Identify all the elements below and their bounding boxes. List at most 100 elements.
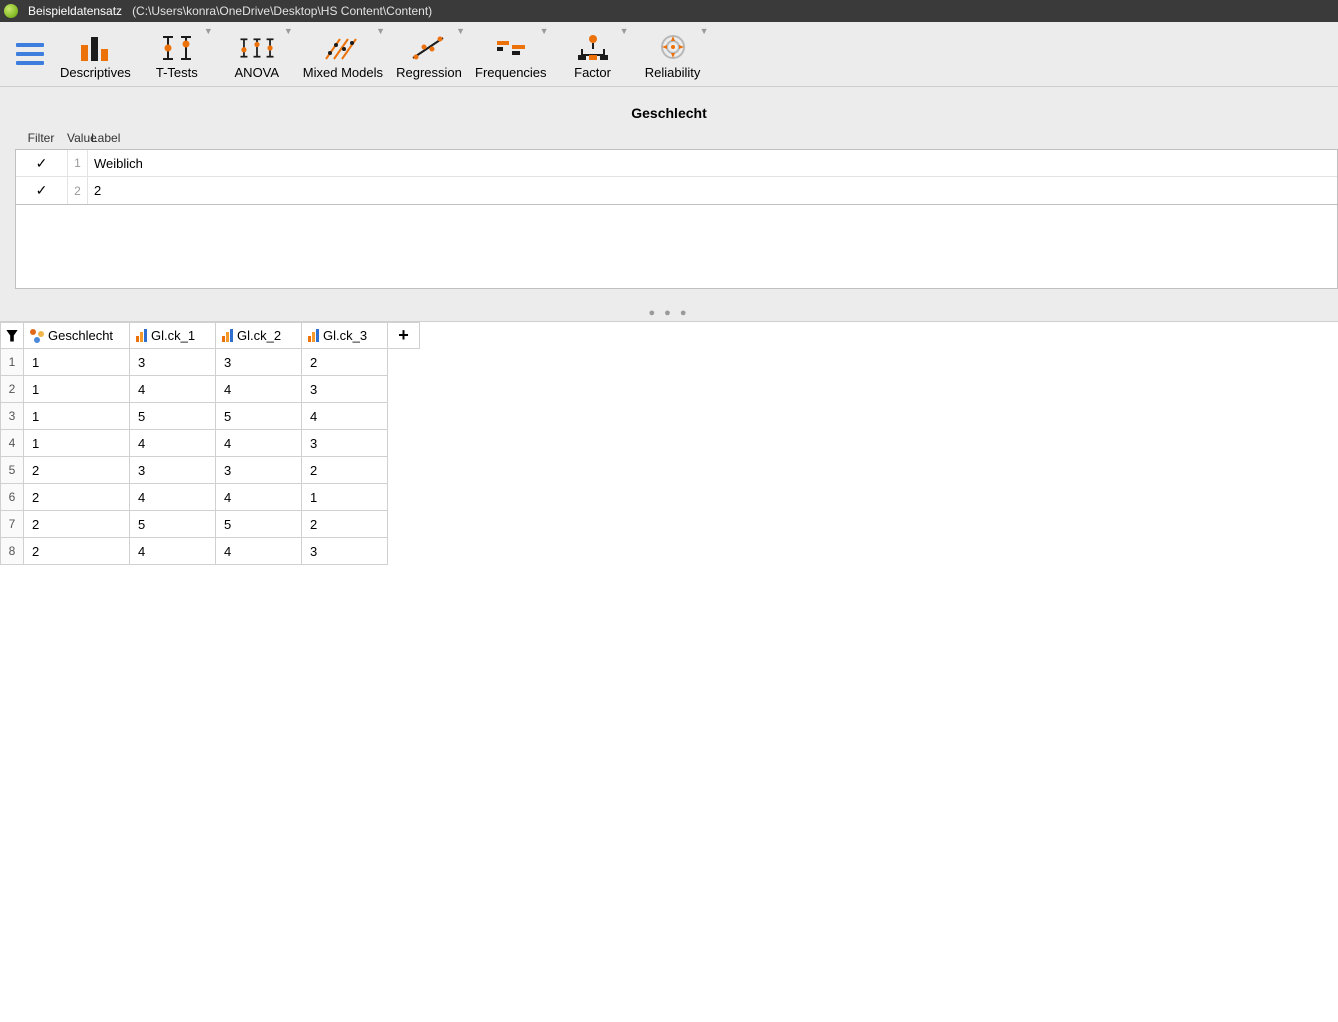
reliability-icon: [653, 31, 693, 61]
toolbar-label: T-Tests: [156, 65, 198, 80]
column-header-label: Geschlecht: [48, 328, 113, 343]
data-cell[interactable]: 3: [216, 349, 302, 376]
variable-editor-title: Geschlecht: [0, 105, 1338, 121]
dropdown-arrow-icon: ▼: [540, 26, 549, 36]
data-cell[interactable]: 1: [302, 484, 388, 511]
data-row[interactable]: 72552: [0, 511, 1338, 538]
value-labels-row[interactable]: ✓ 2 2: [16, 177, 1337, 204]
ttests-icon: [157, 31, 197, 61]
filter-column-header[interactable]: [0, 322, 24, 349]
toolbar-label: Mixed Models: [303, 65, 383, 80]
title-filename: Beispieldatensatz: [28, 4, 122, 18]
data-cell[interactable]: 1: [24, 403, 130, 430]
data-row[interactable]: 82443: [0, 538, 1338, 565]
toolbar-regression[interactable]: ▼ Regression: [389, 22, 469, 86]
scale-type-icon: [136, 329, 147, 342]
data-cell[interactable]: 4: [302, 403, 388, 430]
data-cell[interactable]: 4: [130, 430, 216, 457]
data-row[interactable]: 62441: [0, 484, 1338, 511]
data-cell[interactable]: 4: [216, 376, 302, 403]
data-cell[interactable]: 4: [130, 538, 216, 565]
data-cell[interactable]: 5: [130, 511, 216, 538]
funnel-icon: [6, 330, 18, 342]
frequencies-icon: [491, 31, 531, 61]
column-header-glck2[interactable]: Gl.ck_2: [216, 322, 302, 349]
data-cell[interactable]: 3: [302, 376, 388, 403]
header-filter: Filter: [15, 131, 67, 145]
data-cell[interactable]: 3: [130, 349, 216, 376]
main-toolbar: Descriptives ▼ T-Tests ▼ ANOVA ▼ Mixed M…: [0, 22, 1338, 87]
factor-icon: [573, 31, 613, 61]
toolbar-factor[interactable]: ▼ Factor: [553, 22, 633, 86]
data-cell[interactable]: 5: [216, 403, 302, 430]
data-cell[interactable]: 2: [24, 511, 130, 538]
column-header-label: Gl.ck_2: [237, 328, 281, 343]
data-cell[interactable]: 5: [130, 403, 216, 430]
anova-icon: [237, 31, 277, 61]
data-cell[interactable]: 5: [216, 511, 302, 538]
data-cell[interactable]: 1: [24, 430, 130, 457]
label-cell[interactable]: Weiblich: [88, 150, 1337, 176]
toolbar-label: Regression: [396, 65, 462, 80]
toolbar-ttests[interactable]: ▼ T-Tests: [137, 22, 217, 86]
data-cell[interactable]: 2: [302, 457, 388, 484]
jasp-app-icon: [4, 4, 18, 18]
data-cell[interactable]: 3: [302, 430, 388, 457]
column-header-glck1[interactable]: Gl.ck_1: [130, 322, 216, 349]
title-filepath: (C:\Users\konra\OneDrive\Desktop\HS Cont…: [132, 4, 432, 18]
header-value: Value: [67, 131, 87, 145]
data-cell[interactable]: 3: [216, 457, 302, 484]
data-grid: Geschlecht Gl.ck_1 Gl.ck_2 Gl.ck_3 + 113…: [0, 322, 1338, 565]
row-index: 1: [0, 349, 24, 376]
toolbar-label: Reliability: [645, 65, 701, 80]
toolbar-mixed-models[interactable]: ▼ Mixed Models: [297, 22, 389, 86]
data-cell[interactable]: 4: [130, 484, 216, 511]
scale-type-icon: [222, 329, 233, 342]
filter-toggle[interactable]: ✓: [16, 177, 68, 204]
dropdown-arrow-icon: ▼: [204, 26, 213, 36]
data-cell[interactable]: 4: [216, 538, 302, 565]
data-cell[interactable]: 2: [24, 484, 130, 511]
column-header-label: Gl.ck_1: [151, 328, 195, 343]
data-row[interactable]: 41443: [0, 430, 1338, 457]
data-cell[interactable]: 4: [130, 376, 216, 403]
data-cell[interactable]: 4: [216, 484, 302, 511]
data-cell[interactable]: 1: [24, 376, 130, 403]
titlebar: Beispieldatensatz (C:\Users\konra\OneDri…: [0, 0, 1338, 22]
nominal-type-icon: [30, 329, 44, 343]
data-row[interactable]: 21443: [0, 376, 1338, 403]
label-cell[interactable]: 2: [88, 177, 1337, 204]
toolbar-label: ANOVA: [235, 65, 280, 80]
toolbar-label: Frequencies: [475, 65, 547, 80]
data-cell[interactable]: 2: [302, 349, 388, 376]
data-row[interactable]: 11332: [0, 349, 1338, 376]
value-labels-table: ✓ 1 Weiblich ✓ 2 2: [15, 149, 1338, 205]
add-column-button[interactable]: +: [388, 322, 420, 349]
toolbar-frequencies[interactable]: ▼ Frequencies: [469, 22, 553, 86]
toolbar-descriptives[interactable]: Descriptives: [54, 22, 137, 86]
data-cell[interactable]: 4: [216, 430, 302, 457]
hamburger-menu-button[interactable]: [6, 22, 54, 86]
value-labels-row[interactable]: ✓ 1 Weiblich: [16, 150, 1337, 177]
data-cell[interactable]: 2: [24, 538, 130, 565]
data-cell[interactable]: 2: [24, 457, 130, 484]
data-cell[interactable]: 3: [130, 457, 216, 484]
row-index: 8: [0, 538, 24, 565]
panel-resize-handle[interactable]: ● ● ●: [648, 307, 689, 319]
data-row[interactable]: 31554: [0, 403, 1338, 430]
scale-type-icon: [308, 329, 319, 342]
variable-editor-panel: Geschlecht Filter Value Label ✓ 1 Weibli…: [0, 87, 1338, 322]
column-header-glck3[interactable]: Gl.ck_3: [302, 322, 388, 349]
data-cell[interactable]: 1: [24, 349, 130, 376]
data-cell[interactable]: 3: [302, 538, 388, 565]
data-cell[interactable]: 2: [302, 511, 388, 538]
filter-toggle[interactable]: ✓: [16, 150, 68, 176]
row-index: 2: [0, 376, 24, 403]
data-row[interactable]: 52332: [0, 457, 1338, 484]
toolbar-anova[interactable]: ▼ ANOVA: [217, 22, 297, 86]
column-header-geschlecht[interactable]: Geschlecht: [24, 322, 130, 349]
value-cell: 1: [68, 150, 88, 176]
data-grid-body: 1133221443315544144352332624417255282443: [0, 349, 1338, 565]
value-cell: 2: [68, 177, 88, 204]
toolbar-reliability[interactable]: ▼ Reliability: [633, 22, 713, 86]
